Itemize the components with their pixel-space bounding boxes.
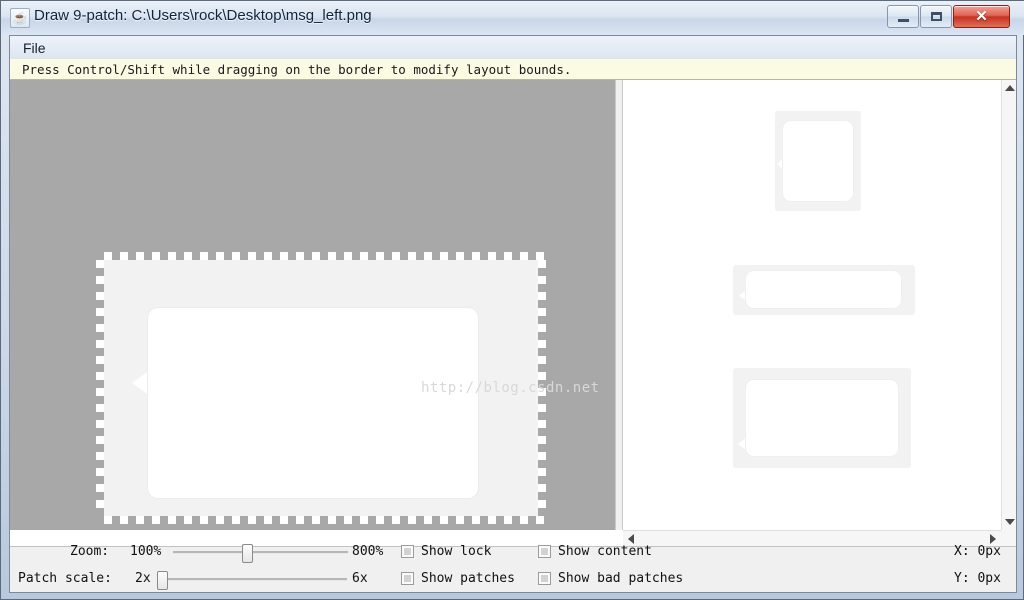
application-window: ☕ Draw 9-patch: C:\Users\rock\Desktop\ms… xyxy=(0,0,1024,600)
patch-scale-min-label: 2x xyxy=(135,571,151,586)
preview-pane xyxy=(623,80,1016,530)
preview-horizontal-scrollbar[interactable] xyxy=(623,530,1001,546)
window-title: Draw 9-patch: C:\Users\rock\Desktop\msg_… xyxy=(34,7,372,24)
patch-scale-slider-track[interactable] xyxy=(157,578,347,581)
minimize-button[interactable] xyxy=(887,5,919,28)
checkbox-inner xyxy=(404,548,411,555)
preview-content-area xyxy=(783,121,853,201)
cursor-y-readout: Y: 0px xyxy=(954,571,1001,586)
label-show-lock[interactable]: Show lock xyxy=(421,544,491,559)
split-pane-divider[interactable] xyxy=(615,80,623,530)
checkbox-inner xyxy=(404,575,411,582)
patch-scale-slider[interactable] xyxy=(157,571,347,590)
checkbox-show-lock[interactable] xyxy=(401,545,414,558)
maximize-icon xyxy=(930,12,942,21)
label-show-patches[interactable]: Show patches xyxy=(421,571,515,586)
checkbox-show-bad-patches[interactable] xyxy=(538,572,551,585)
checkbox-show-patches[interactable] xyxy=(401,572,414,585)
preview-bubble-large xyxy=(733,368,911,468)
patch-scale-label: Patch scale: xyxy=(18,571,112,586)
zoom-slider[interactable] xyxy=(173,544,348,563)
menu-bar: File xyxy=(10,36,1016,60)
zoom-max-label: 800% xyxy=(352,544,384,559)
maximize-button[interactable] xyxy=(920,5,952,28)
client-area: File Press Control/Shift while dragging … xyxy=(9,35,1017,593)
checkbox-inner xyxy=(541,548,548,555)
scroll-down-button[interactable] xyxy=(1002,514,1017,530)
chevron-left-icon xyxy=(628,534,634,544)
menu-item-file[interactable]: File xyxy=(16,39,53,57)
preview-bubble-small xyxy=(775,111,861,211)
minimize-icon xyxy=(897,18,909,22)
close-icon: ✕ xyxy=(975,8,988,25)
bubble-content-area xyxy=(148,308,478,498)
chevron-down-icon xyxy=(1004,519,1015,525)
patch-scale-max-label: 6x xyxy=(352,571,368,586)
zoom-min-label: 100% xyxy=(130,544,162,559)
close-button[interactable]: ✕ xyxy=(953,5,1010,28)
editor-canvas[interactable]: http://blog.csdn.net xyxy=(10,80,615,530)
preview-bubble-wide xyxy=(733,265,915,315)
cursor-x-readout: X: 0px xyxy=(954,544,1001,559)
zoom-slider-thumb[interactable] xyxy=(242,544,253,563)
preview-content-area xyxy=(746,271,901,308)
label-show-content[interactable]: Show content xyxy=(558,544,652,559)
zoom-slider-track[interactable] xyxy=(173,551,348,554)
chevron-up-icon xyxy=(1004,85,1015,91)
zoom-label: Zoom: xyxy=(70,544,110,559)
label-show-bad-patches[interactable]: Show bad patches xyxy=(558,571,683,586)
chevron-right-icon xyxy=(990,534,996,544)
patch-scale-slider-thumb[interactable] xyxy=(157,571,168,590)
hint-bar: Press Control/Shift while dragging on th… xyxy=(10,59,1016,80)
checkbox-inner xyxy=(541,575,548,582)
watermark-text: http://blog.csdn.net xyxy=(421,380,600,396)
title-bar[interactable]: ☕ Draw 9-patch: C:\Users\rock\Desktop\ms… xyxy=(1,1,1024,35)
preview-vertical-scrollbar[interactable] xyxy=(1001,80,1016,530)
preview-content-area xyxy=(746,380,898,456)
scroll-up-button[interactable] xyxy=(1002,80,1017,96)
java-coffee-cup-icon: ☕ xyxy=(10,8,30,28)
scrollbar-corner xyxy=(1001,530,1016,546)
checkbox-show-content[interactable] xyxy=(538,545,551,558)
